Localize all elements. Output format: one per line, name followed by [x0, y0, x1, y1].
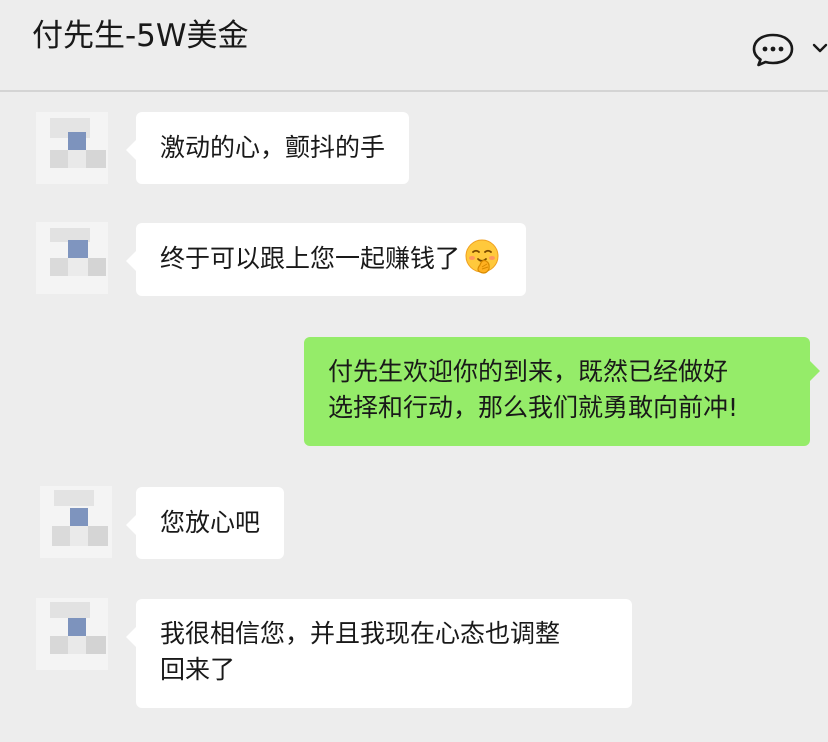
avatar[interactable] — [36, 598, 108, 670]
chat-more-icon[interactable] — [752, 32, 794, 68]
message-text-line: 回来了 — [160, 655, 236, 684]
avatar[interactable] — [36, 112, 108, 184]
chat-title: 付先生-5W美金 — [32, 18, 249, 54]
message-text: 您放心吧 — [160, 508, 261, 537]
message-bubble[interactable]: 终于可以跟上您一起赚钱了 — [125, 223, 527, 296]
message-text: 终于可以跟上您一起赚钱了 — [160, 244, 461, 273]
message-bubble[interactable]: 我很相信您，并且我现在心态也调整 回来了 — [126, 599, 632, 708]
message-text-line: 选择和行动，那么我们就勇敢向前冲! — [328, 393, 739, 422]
avatar[interactable] — [40, 486, 112, 558]
chat-header: 付先生-5W美金 — [0, 0, 828, 92]
chevron-down-icon[interactable] — [810, 38, 828, 58]
message-bubble[interactable]: 您放心吧 — [125, 487, 285, 559]
hugging-face-emoji — [465, 239, 499, 274]
message-text-line: 付先生欢迎你的到来，既然已经做好 — [328, 357, 729, 386]
message-text-line: 我很相信您，并且我现在心态也调整 — [160, 619, 561, 648]
message-bubble[interactable]: 付先生欢迎你的到来，既然已经做好 选择和行动，那么我们就勇敢向前冲! — [304, 337, 820, 446]
avatar[interactable] — [36, 222, 108, 294]
message-bubble[interactable]: 激动的心，颤抖的手 — [125, 112, 410, 184]
message-text: 激动的心，颤抖的手 — [160, 133, 386, 162]
